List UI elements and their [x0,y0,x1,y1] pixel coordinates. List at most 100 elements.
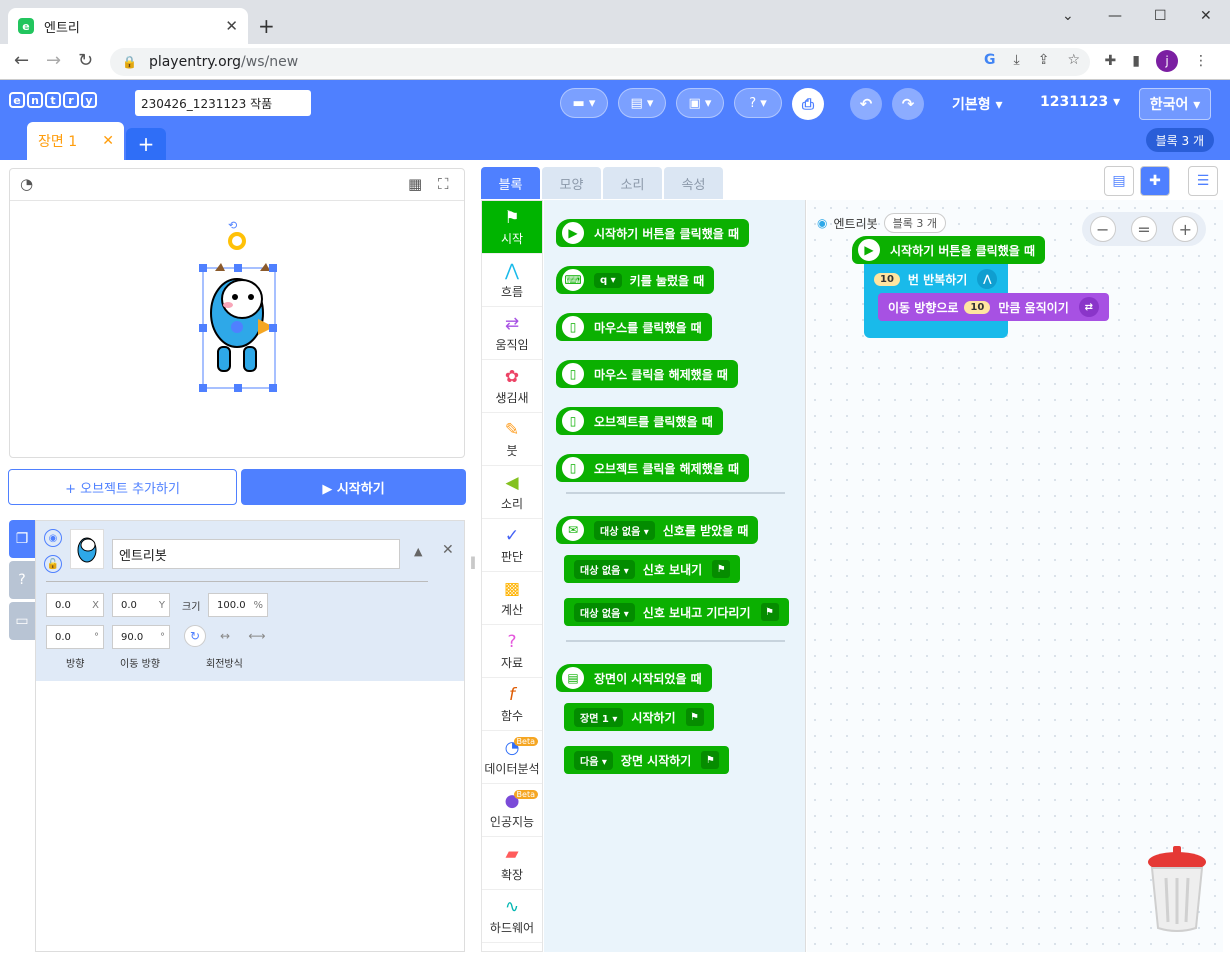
block-when-start-clicked[interactable]: ▶ 시작하기 버튼을 클릭했을 때 [556,219,750,247]
file-menu-button[interactable]: ▤ ▾ [618,88,666,118]
speed-gauge-icon[interactable]: ◔ [20,175,33,193]
url-field[interactable]: 🔒 playentry.org/ws/new [110,48,1090,76]
zoom-reset-button[interactable]: = [1130,216,1157,242]
tab-sounds[interactable]: 소리 [603,167,662,199]
x-field[interactable]: 0.0 X [46,593,104,617]
close-scene-icon[interactable]: ✕ [102,133,114,149]
stage-canvas[interactable]: ⟲ [10,201,466,457]
language-dropdown[interactable]: 한국어 ▾ [1139,88,1211,120]
ws-block-when-start-clicked[interactable]: ▶ 시작하기 버튼을 클릭했을 때 [852,236,1046,264]
project-name-input[interactable]: 230426_1231123 작품 [135,90,311,116]
print-button[interactable]: ⎙ [792,88,824,120]
ws-block-repeat[interactable]: 10 번 반복하기 ⋀ [864,265,1008,293]
tab-properties[interactable]: 속성 [664,167,723,199]
profile-avatar[interactable]: j [1156,50,1178,72]
backpack-button[interactable]: ☰ [1188,166,1218,196]
tab-console[interactable]: ▭ [9,602,35,640]
forward-icon[interactable]: → [46,50,61,71]
y-field[interactable]: 0.0 Y [112,593,170,617]
extensions-icon[interactable]: ✚ [1105,53,1117,69]
block-when-object-released[interactable]: ▯ 오브젝트 클릭을 해제했을 때 [556,454,750,482]
category-flow[interactable]: ⋀ 흐름 [482,254,542,307]
google-icon[interactable]: G [984,52,996,68]
maximize-button[interactable]: ☐ [1154,8,1167,24]
sidepanel-icon[interactable]: ▮ [1132,53,1140,69]
block-when-key-pressed[interactable]: ⌨ q ▾ 키를 눌렀을 때 [556,266,715,294]
share-icon[interactable]: ⇪ [1038,52,1050,68]
signal-dropdown[interactable]: 대상 없음 ▾ [574,559,635,579]
lock-toggle-icon[interactable]: 🔓 [44,555,62,573]
install-icon[interactable]: ⤓ [1014,52,1020,68]
menu-icon[interactable]: ⋮ [1194,53,1208,69]
category-extension[interactable]: ▰ 확장 [482,837,542,890]
block-send-signal[interactable]: 대상 없음 ▾ 신호 보내기 ⚑ [564,555,741,583]
move-amount-input[interactable]: 10 [964,300,991,314]
mode-dropdown[interactable]: 기본형 ▾ [952,94,1003,114]
block-when-scene-starts[interactable]: ▤ 장면이 시작되었을 때 [556,664,712,692]
category-brush[interactable]: ✎ 붓 [482,413,542,466]
start-button[interactable]: ▶ 시작하기 [241,469,466,505]
trash-can-icon[interactable] [1146,846,1208,932]
entrybot-sprite[interactable]: ⟲ [199,219,277,392]
block-when-object-clicked[interactable]: ▯ 오브젝트를 클릭했을 때 [556,407,723,435]
block-send-signal-wait[interactable]: 대상 없음 ▾ 신호 보내고 기다리기 ⚑ [564,598,789,626]
add-scene-button[interactable]: + [126,128,166,160]
entry-logo[interactable]: e n t r y [9,92,97,108]
rotate-none-button[interactable]: ⟷ [246,625,268,647]
category-judgement[interactable]: ✓ 판단 [482,519,542,572]
zoom-in-button[interactable]: + [1172,216,1199,242]
direction-field[interactable]: 0.0 ° [46,625,104,649]
category-calc[interactable]: ▩ 계산 [482,572,542,625]
category-sound[interactable]: ◀ 소리 [482,466,542,519]
bookmark-star-icon[interactable]: ☆ [1067,52,1080,68]
category-hardware[interactable]: ∿ 하드웨어 [482,890,542,943]
tab-blocks[interactable]: 블록 [481,167,540,199]
category-ai[interactable]: ● Beta 인공지능 [482,784,542,837]
redo-button[interactable]: ↷ [892,88,924,120]
block-when-mouse-clicked[interactable]: ▯ 마우스를 클릭했을 때 [556,313,712,341]
block-start-scene[interactable]: 장면 1 ▾ 시작하기 ⚑ [564,703,714,731]
category-looks[interactable]: ✿ 생김새 [482,360,542,413]
browser-tab[interactable]: e 엔트리 ✕ [8,8,248,44]
tab-search-icon[interactable]: ⌄ [1062,8,1074,24]
tab-shapes[interactable]: 모양 [542,167,601,199]
minimize-button[interactable]: — [1108,8,1122,24]
close-window-button[interactable]: ✕ [1200,8,1212,24]
back-icon[interactable]: ← [14,50,29,71]
category-function[interactable]: f 함수 [482,678,542,731]
close-tab-icon[interactable]: ✕ [225,17,238,35]
delete-object-icon[interactable]: ✕ [442,542,454,558]
undo-button[interactable]: ↶ [850,88,882,120]
save-menu-button[interactable]: ▣ ▾ [676,88,724,118]
user-dropdown[interactable]: 1231123 ▾ [1040,94,1120,110]
block-mode-button[interactable]: ▬ ▾ [560,88,608,118]
object-card[interactable]: ◉ 🔓 엔트리봇 ▲ ✕ 0.0 X 0.0 Y 크기 100.0% 0.0 ° 90… [36,521,464,681]
repeat-count-input[interactable]: 10 [874,272,900,286]
signal-dropdown[interactable]: 대상 없음 ▾ [574,602,635,622]
object-name-input[interactable]: 엔트리봇 [112,539,400,569]
panel-splitter[interactable]: ‖ [470,555,476,569]
grid-icon[interactable]: ▦ [408,175,422,193]
collapse-up-icon[interactable]: ▲ [414,545,422,558]
reload-icon[interactable]: ↻ [78,50,93,71]
add-object-button[interactable]: + 오브젝트 추가하기 [8,469,237,505]
comment-button[interactable]: ▤ [1104,166,1134,196]
size-field[interactable]: 100.0% [208,593,268,617]
scene-dropdown[interactable]: 장면 1 ▾ [574,707,624,727]
move-direction-field[interactable]: 90.0 ° [112,625,170,649]
category-data-analysis[interactable]: ◔ Beta 데이터분석 [482,731,542,784]
block-when-mouse-released[interactable]: ▯ 마우스 클릭을 해제했을 때 [556,360,738,388]
category-start[interactable]: ⚑ 시작 [482,201,542,254]
next-scene-dropdown[interactable]: 다음 ▾ [574,750,613,770]
rotate-horizontal-button[interactable]: ↔ [214,625,236,647]
help-menu-button[interactable]: ? ▾ [734,88,782,118]
category-data[interactable]: ? 자료 [482,625,542,678]
visibility-eye-icon[interactable]: ◉ [44,529,62,547]
key-dropdown[interactable]: q ▾ [594,272,622,288]
add-comment-button[interactable]: ✚ [1140,166,1170,196]
block-when-signal-received[interactable]: ✉ 대상 없음 ▾ 신호를 받았을 때 [556,516,759,544]
ws-block-move[interactable]: 이동 방향으로 10 만큼 움직이기 ⇄ [878,293,1109,321]
tab-scene-1[interactable]: 장면 1 ✕ [27,122,124,160]
signal-dropdown[interactable]: 대상 없음 ▾ [594,520,655,540]
rotate-free-button[interactable]: ↻ [184,625,206,647]
